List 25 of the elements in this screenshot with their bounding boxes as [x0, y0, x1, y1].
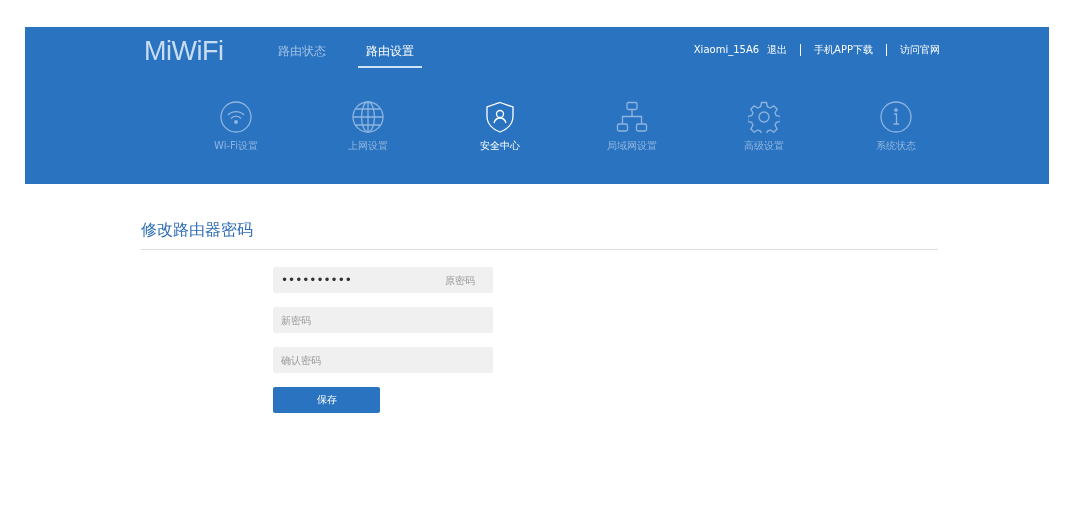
nav-tab[interactable]: 路由状态 [270, 43, 334, 68]
header-link[interactable]: 手机APP下载 [800, 44, 873, 56]
section-title: 修改路由器密码 [141, 220, 938, 250]
header-link[interactable]: 退出 [767, 43, 788, 57]
wifi-icon [220, 101, 252, 133]
nav-label: 上网设置 [348, 139, 388, 153]
globe-icon [352, 101, 384, 133]
field-label: 原密码 [445, 274, 475, 288]
nav-label: 安全中心 [480, 139, 520, 153]
nav-label: Wi-Fi设置 [214, 139, 258, 153]
nav-item[interactable]: 安全中心 [434, 101, 566, 153]
nav-label: 局域网设置 [607, 139, 657, 153]
header-link[interactable]: 访问官网 [886, 44, 940, 56]
nav-label: 高级设置 [744, 139, 784, 153]
gear-icon [748, 101, 780, 133]
info-icon [880, 101, 912, 133]
shield-icon [484, 101, 516, 133]
save-button[interactable]: 保存 [273, 387, 380, 413]
network-icon [616, 101, 648, 133]
password-field[interactable]: 新密码 [273, 307, 493, 333]
nav-label: 系统状态 [876, 139, 916, 153]
nav-tab[interactable]: 路由设置 [358, 43, 422, 68]
password-field[interactable]: 确认密码 [273, 347, 493, 373]
user-name: Xiaomi_15A6 [693, 43, 760, 57]
logo: MiWiFi [144, 35, 225, 68]
